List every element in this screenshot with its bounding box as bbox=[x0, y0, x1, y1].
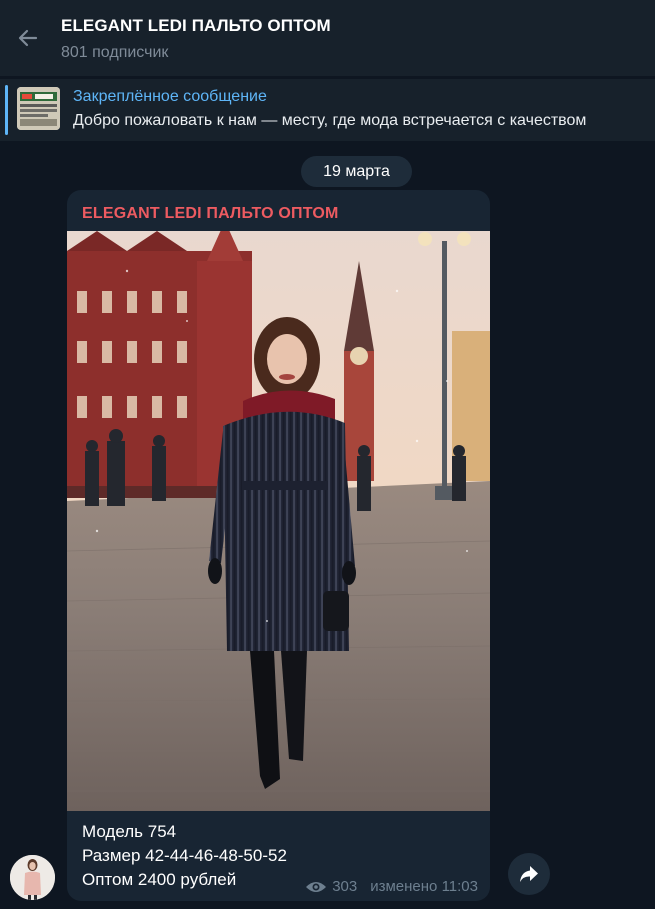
subscriber-count: 801 подписчик bbox=[61, 44, 169, 61]
forward-button[interactable] bbox=[508, 853, 550, 895]
pinned-thumbnail bbox=[17, 87, 60, 130]
message-bubble: ELEGANT LEDI ПАЛЬТО ОПТОМ Модель 754 Раз… bbox=[67, 190, 490, 901]
caption-sizes: Размер 42-44-46-48-50-52 bbox=[82, 846, 287, 865]
eye-icon bbox=[306, 881, 327, 892]
arrow-left-icon bbox=[18, 29, 38, 47]
message-photo[interactable] bbox=[67, 231, 490, 811]
edited-time: изменено 11:03 bbox=[370, 878, 478, 895]
back-button[interactable] bbox=[12, 22, 44, 54]
caption-model: Модель 754 bbox=[82, 822, 177, 841]
pinned-accent-line bbox=[5, 85, 8, 135]
view-count: 303 bbox=[332, 878, 358, 895]
share-arrow-icon bbox=[520, 866, 538, 882]
date-separator: 19 марта bbox=[301, 156, 412, 187]
pinned-label: Закреплённое сообщение bbox=[73, 88, 267, 105]
message-author[interactable]: ELEGANT LEDI ПАЛЬТО ОПТОМ bbox=[82, 205, 339, 223]
channel-avatar[interactable] bbox=[10, 855, 55, 900]
channel-title[interactable]: ELEGANT LEDI ПАЛЬТО ОПТОМ bbox=[61, 16, 331, 36]
message-meta: 303 изменено 11:03 bbox=[305, 878, 478, 895]
pinned-message-bar[interactable]: Закреплённое сообщение Добро пожаловать … bbox=[0, 79, 655, 141]
pinned-text: Добро пожаловать к нам — месту, где мода… bbox=[73, 112, 587, 129]
chat-header: ELEGANT LEDI ПАЛЬТО ОПТОМ 801 подписчик bbox=[0, 0, 655, 76]
